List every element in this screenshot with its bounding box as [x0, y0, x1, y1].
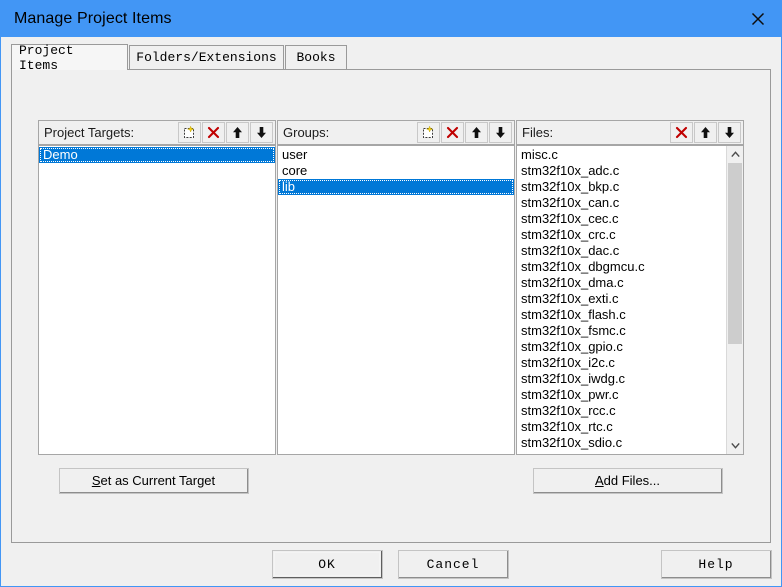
tab-label: Project Items — [19, 42, 74, 73]
groups-list: user core lib — [278, 147, 514, 195]
list-item[interactable]: misc.c — [517, 147, 725, 163]
files-label: Files: — [522, 125, 554, 140]
move-up-icon[interactable] — [694, 122, 717, 143]
move-up-icon[interactable] — [465, 122, 488, 143]
label-rest: et as Current Target — [100, 473, 216, 488]
ok-button[interactable]: OK — [272, 550, 383, 579]
tab-page-project-items: Project Targets: Demo Groups: user core … — [11, 69, 771, 543]
list-item[interactable]: stm32f10x_gpio.c — [517, 339, 725, 355]
tab-label: Folders/Extensions — [136, 50, 277, 65]
files-list: misc.c stm32f10x_adc.c stm32f10x_bkp.c s… — [517, 147, 725, 451]
list-item[interactable]: stm32f10x_adc.c — [517, 163, 725, 179]
list-item[interactable]: stm32f10x_rcc.c — [517, 403, 725, 419]
list-item[interactable]: core — [278, 163, 514, 179]
new-item-icon[interactable] — [178, 122, 201, 143]
list-item[interactable]: Demo — [39, 147, 275, 163]
tab-label: Books — [296, 50, 336, 65]
delete-icon[interactable] — [441, 122, 464, 143]
help-label: Help — [698, 556, 734, 572]
list-item[interactable]: stm32f10x_dma.c — [517, 275, 725, 291]
project-targets-toolbar — [177, 122, 273, 143]
list-item[interactable]: stm32f10x_i2c.c — [517, 355, 725, 371]
files-toolbar — [669, 122, 741, 143]
cancel-button[interactable]: Cancel — [398, 550, 509, 579]
list-item[interactable]: lib — [278, 179, 514, 195]
help-button[interactable]: Help — [661, 550, 772, 579]
tab-books[interactable]: Books — [285, 45, 347, 69]
list-item[interactable]: stm32f10x_can.c — [517, 195, 725, 211]
list-item[interactable]: stm32f10x_pwr.c — [517, 387, 725, 403]
project-targets-list: Demo — [39, 147, 275, 163]
files-header: Files: — [516, 120, 744, 145]
tab-folders-extensions[interactable]: Folders/Extensions — [129, 45, 284, 69]
groups-listbox[interactable]: user core lib — [277, 145, 515, 455]
list-item[interactable]: stm32f10x_rtc.c — [517, 419, 725, 435]
project-targets-header: Project Targets: — [38, 120, 276, 145]
list-item[interactable]: stm32f10x_exti.c — [517, 291, 725, 307]
list-item[interactable]: stm32f10x_bkp.c — [517, 179, 725, 195]
delete-icon[interactable] — [202, 122, 225, 143]
set-as-current-target-button[interactable]: Set as Current Target — [59, 468, 249, 494]
files-panel: Files: misc.c stm32f10x_adc.c stm32f10x_… — [516, 120, 744, 455]
list-item[interactable]: stm32f10x_dbgmcu.c — [517, 259, 725, 275]
title-bar: Manage Project Items — [1, 1, 781, 37]
accel-char: S — [91, 473, 101, 488]
add-files-button[interactable]: Add Files... — [533, 468, 723, 494]
move-down-icon[interactable] — [489, 122, 512, 143]
list-item[interactable]: stm32f10x_cec.c — [517, 211, 725, 227]
files-listbox[interactable]: misc.c stm32f10x_adc.c stm32f10x_bkp.c s… — [516, 145, 744, 455]
add-files-label: Add Files... — [595, 473, 660, 488]
close-icon[interactable] — [735, 1, 781, 37]
groups-label: Groups: — [283, 125, 330, 140]
scroll-track[interactable] — [727, 163, 743, 437]
list-item[interactable]: stm32f10x_crc.c — [517, 227, 725, 243]
project-targets-panel: Project Targets: Demo — [38, 120, 276, 455]
label-rest: dd Files... — [603, 473, 661, 488]
accel-char: A — [594, 473, 604, 488]
groups-panel: Groups: user core lib — [277, 120, 515, 455]
list-item[interactable]: user — [278, 147, 514, 163]
cancel-label: Cancel — [426, 556, 480, 572]
ok-label: OK — [318, 556, 336, 572]
list-item[interactable]: stm32f10x_fsmc.c — [517, 323, 725, 339]
window-title: Manage Project Items — [14, 10, 172, 27]
project-targets-label: Project Targets: — [44, 125, 135, 140]
move-up-icon[interactable] — [226, 122, 249, 143]
project-targets-listbox[interactable]: Demo — [38, 145, 276, 455]
groups-header: Groups: — [277, 120, 515, 145]
move-down-icon[interactable] — [718, 122, 741, 143]
scroll-thumb[interactable] — [728, 163, 742, 344]
manage-project-items-dialog: Manage Project Items Project Items Folde… — [0, 0, 782, 587]
tab-project-items[interactable]: Project Items — [11, 42, 128, 73]
list-item[interactable]: stm32f10x_dac.c — [517, 243, 725, 259]
tab-strip: Project Items Folders/Extensions Books — [11, 42, 773, 73]
list-item[interactable]: stm32f10x_sdio.c — [517, 435, 725, 451]
list-item[interactable]: stm32f10x_flash.c — [517, 307, 725, 323]
groups-toolbar — [416, 122, 512, 143]
delete-icon[interactable] — [670, 122, 693, 143]
move-down-icon[interactable] — [250, 122, 273, 143]
set-as-current-target-label: Set as Current Target — [92, 473, 215, 488]
files-scrollbar[interactable] — [726, 146, 743, 454]
scroll-down-icon[interactable] — [727, 437, 743, 454]
list-item[interactable]: stm32f10x_iwdg.c — [517, 371, 725, 387]
scroll-up-icon[interactable] — [727, 146, 743, 163]
new-item-icon[interactable] — [417, 122, 440, 143]
